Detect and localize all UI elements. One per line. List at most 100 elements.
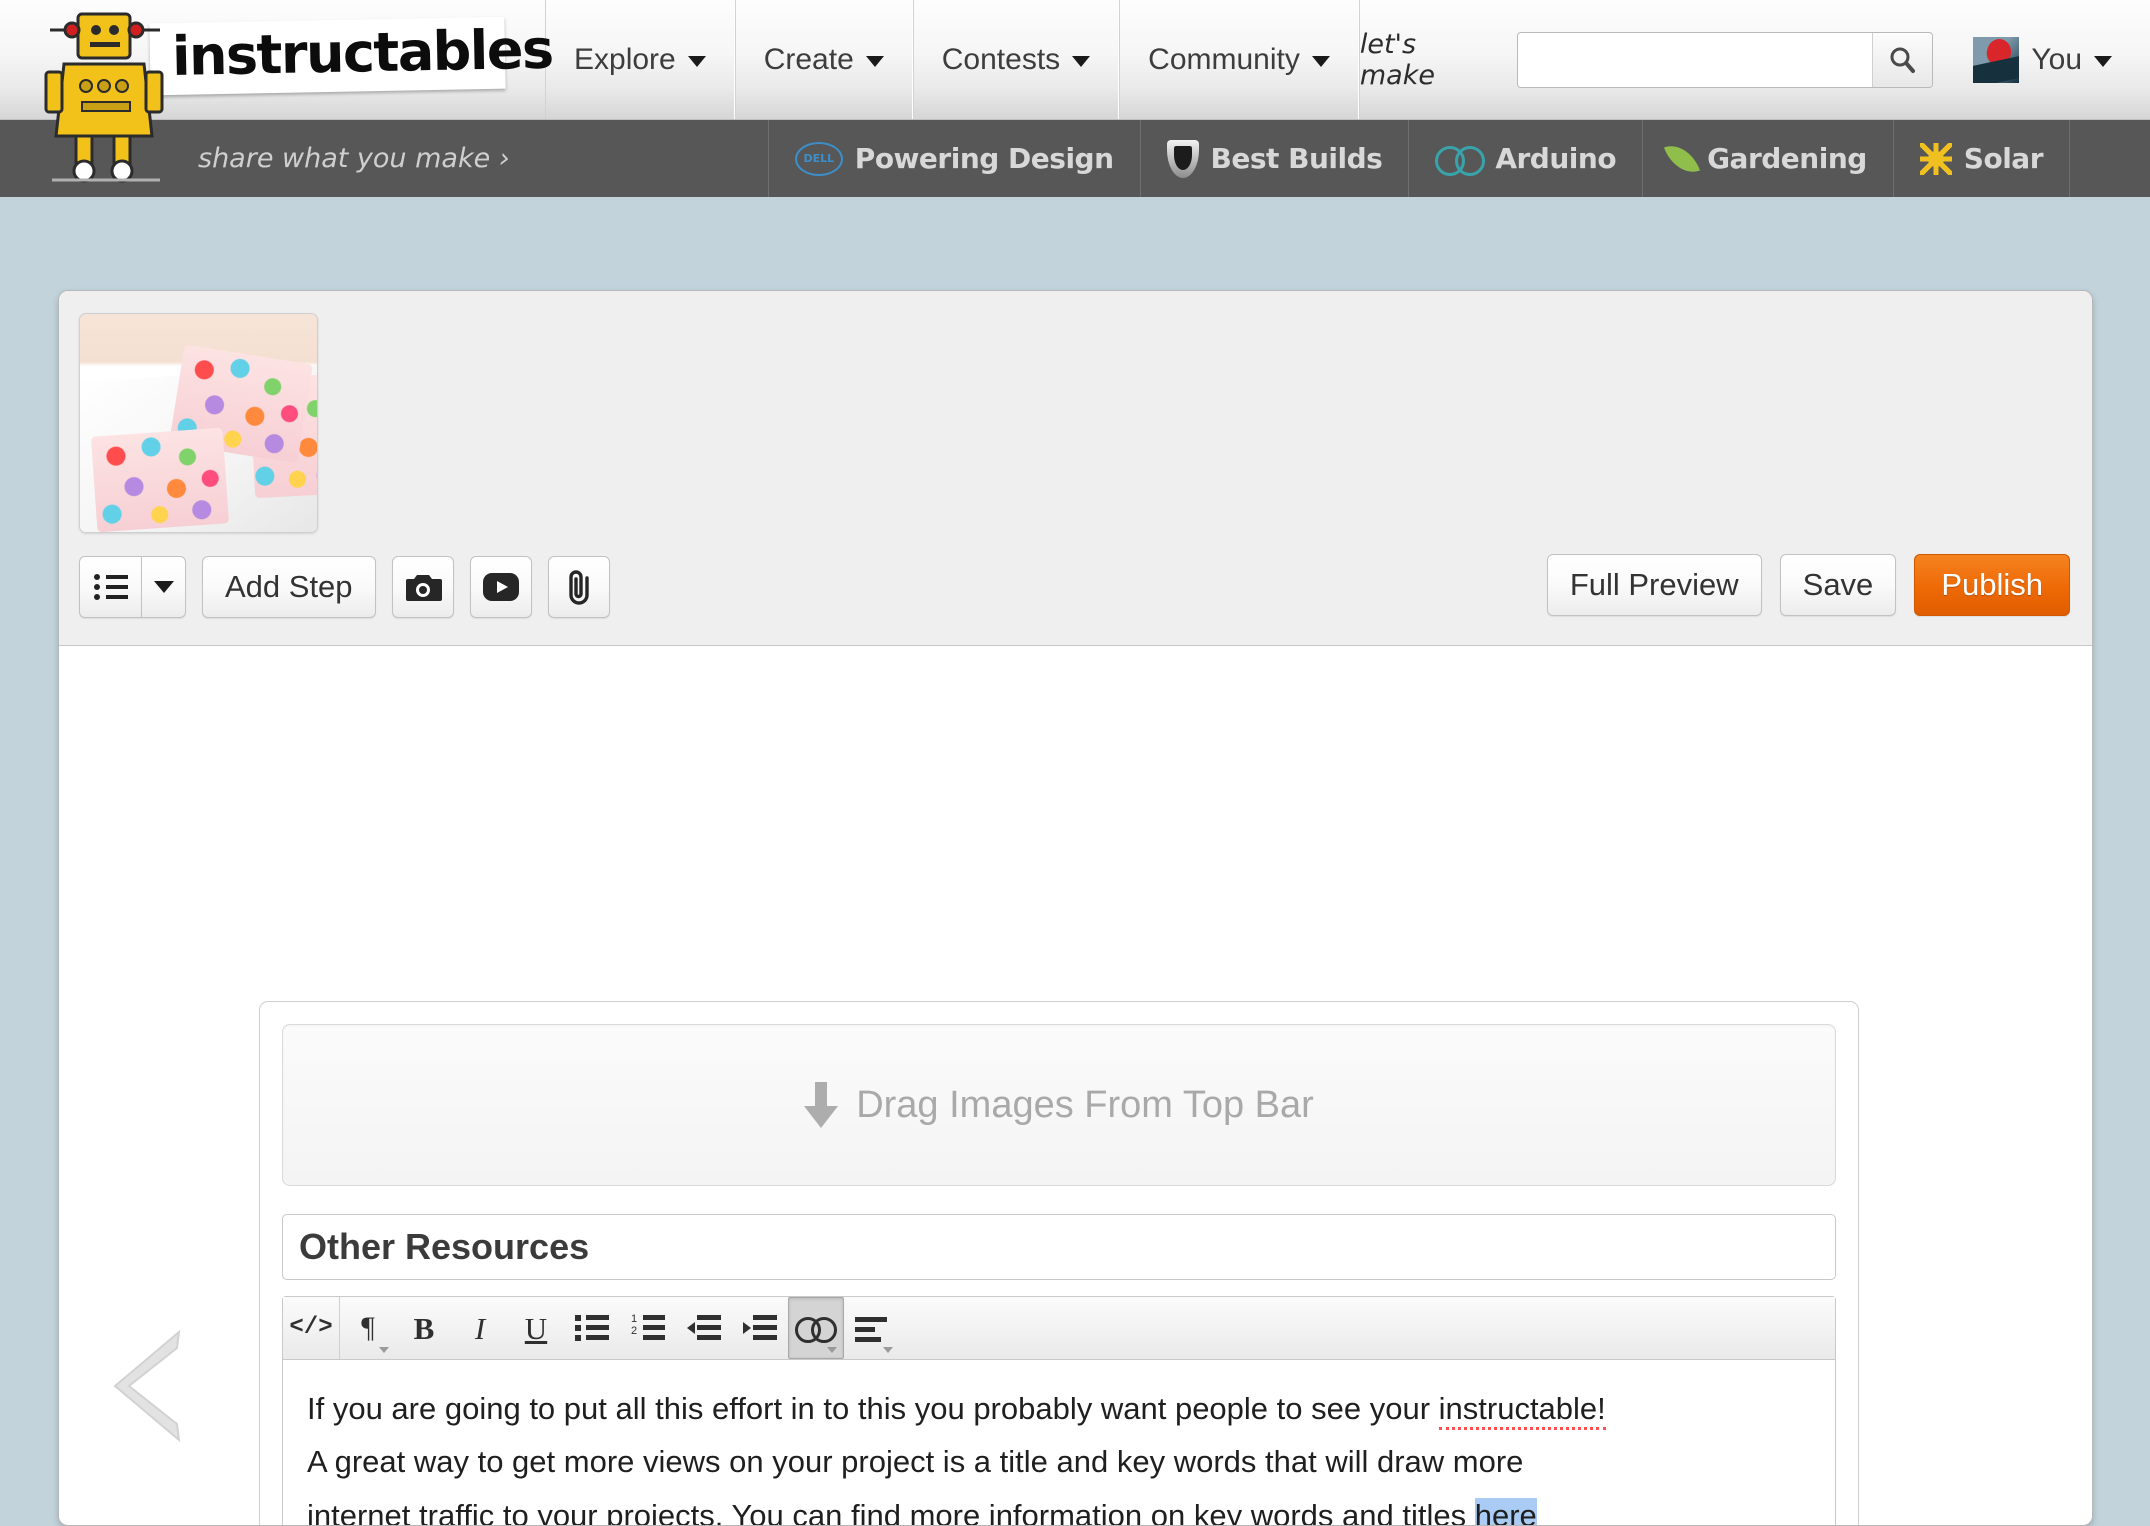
subnav-label: Powering Design <box>854 142 1114 175</box>
outdent-icon <box>687 1315 721 1341</box>
page-body: Add Step Full Preview Save Publish Drag … <box>0 197 2150 1526</box>
primary-nav: Explore Create Contests Community <box>545 0 1359 119</box>
nav-item-explore[interactable]: Explore <box>545 0 735 119</box>
search-icon <box>1890 47 1916 73</box>
video-play-icon <box>482 573 519 601</box>
add-video-button[interactable] <box>469 556 532 618</box>
chevron-down-icon <box>883 1347 893 1353</box>
search-input[interactable] <box>1518 32 1872 87</box>
editor-tools-left: Add Step <box>79 556 610 618</box>
rte-numbered-list-button[interactable]: 12 <box>620 1297 676 1359</box>
indent-icon <box>743 1315 777 1341</box>
link-icon <box>795 1317 837 1343</box>
rte-content[interactable]: If you are going to put all this effort … <box>283 1360 1835 1525</box>
dell-logo-icon: DELL <box>794 141 843 176</box>
chevron-down-icon <box>687 56 706 67</box>
subnav-label: Arduino <box>1495 142 1617 175</box>
add-photo-button[interactable] <box>391 556 454 618</box>
image-dropzone[interactable]: Drag Images From Top Bar <box>282 1024 1836 1186</box>
rte-paragraph: A great way to get more views on your pr… <box>307 1435 1811 1488</box>
rte-bold-button[interactable]: B <box>396 1297 452 1359</box>
subnav-item-gardening[interactable]: Gardening <box>1642 120 1893 197</box>
paperclip-icon <box>568 570 589 605</box>
full-preview-button[interactable]: Full Preview <box>1546 554 1762 616</box>
rte-toolbar: </> ¶ B I U 1 2 <box>283 1297 1835 1360</box>
header-right: let's make You <box>1358 0 2150 119</box>
step-area: Drag Images From Top Bar </> <box>59 646 2092 1525</box>
rte-text: ably want people to see your <box>1035 1391 1439 1426</box>
dropzone-label: Drag Images From Top Bar <box>856 1083 1314 1126</box>
code-icon: </> <box>289 1314 333 1341</box>
rte-text: If you are going to put all this effort … <box>307 1391 1036 1426</box>
site-header: instructables Explore Create Contests Co… <box>0 0 2150 183</box>
thumbnail-treat <box>90 427 230 532</box>
subnav-spacer <box>510 120 768 197</box>
add-step-button[interactable]: Add Step <box>202 556 376 618</box>
step-title-field[interactable] <box>282 1214 1836 1280</box>
account-menu[interactable]: You <box>1973 36 2112 83</box>
selected-text: here <box>1474 1497 1537 1525</box>
search-button[interactable] <box>1871 32 1933 87</box>
steps-list-button[interactable] <box>79 556 141 618</box>
sun-icon <box>1919 142 1952 175</box>
align-left-icon <box>855 1315 889 1342</box>
rte-group-source: </> <box>283 1297 340 1359</box>
steps-dropdown-button[interactable] <box>141 556 186 618</box>
add-attachment-button[interactable] <box>547 556 610 618</box>
nav-item-create[interactable]: Create <box>734 0 913 119</box>
chevron-down-icon <box>2094 56 2112 67</box>
rte-indent-button[interactable] <box>732 1297 788 1359</box>
chevron-left-icon <box>113 1329 181 1443</box>
rte-italic-button[interactable]: I <box>452 1297 508 1359</box>
chevron-down-icon <box>379 1347 389 1353</box>
subnav-label: Gardening <box>1707 142 1867 175</box>
subnav-item-powering-design[interactable]: DELL Powering Design <box>767 120 1140 197</box>
misspelled-word: instructable! <box>1438 1391 1606 1430</box>
rte-link-button[interactable] <box>788 1297 844 1359</box>
rte-bullet-list-button[interactable] <box>564 1297 620 1359</box>
subnav-end-spacer <box>2070 120 2150 197</box>
chevron-down-icon <box>153 581 174 593</box>
nav-label: Create <box>763 42 854 76</box>
secondary-nav: share what you make › DELL Powering Desi… <box>0 120 2150 197</box>
numbered-list-icon: 12 <box>631 1314 665 1341</box>
rte-outdent-button[interactable] <box>676 1297 732 1359</box>
nav-item-contests[interactable]: Contests <box>912 0 1120 119</box>
chevron-down-icon <box>1311 56 1330 67</box>
chevron-down-icon <box>827 1347 837 1353</box>
leaf-icon <box>1664 138 1701 179</box>
italic-icon: I <box>474 1310 486 1346</box>
rich-text-editor: </> ¶ B I U 1 2 If you are going to put … <box>282 1296 1836 1525</box>
rte-paragraph: If you are going to put all this effort … <box>307 1382 1811 1435</box>
subnav-item-best-builds[interactable]: Best Builds <box>1139 120 1409 197</box>
save-button[interactable]: Save <box>1779 554 1897 616</box>
publish-button[interactable]: Publish <box>1914 554 2070 616</box>
list-icon <box>93 574 128 600</box>
project-thumbnail[interactable] <box>79 313 318 533</box>
chevron-down-icon <box>865 56 884 67</box>
rte-align-button[interactable] <box>844 1297 900 1359</box>
search-prompt-label: let's make <box>1359 28 1435 91</box>
shield-icon <box>1166 139 1199 178</box>
subnav-items: DELL Powering Design Best Builds Arduino… <box>767 120 2070 197</box>
rte-source-button[interactable]: </> <box>283 1297 339 1359</box>
search-box <box>1517 31 1934 88</box>
rte-group-format: ¶ B I U 1 2 <box>340 1297 900 1359</box>
subnav-item-arduino[interactable]: Arduino <box>1408 120 1642 197</box>
rte-paragraph-button[interactable]: ¶ <box>340 1297 396 1359</box>
editor-toolbar: Add Step Full Preview Save Publish <box>59 291 2092 646</box>
nav-item-community[interactable]: Community <box>1119 0 1359 119</box>
robot-mascot-icon <box>44 12 164 183</box>
step-title-input[interactable] <box>297 1225 1821 1269</box>
account-label: You <box>2031 42 2082 76</box>
underline-icon: U <box>524 1310 548 1346</box>
nav-label: Contests <box>941 42 1061 76</box>
rte-underline-button[interactable]: U <box>508 1297 564 1359</box>
pilcrow-icon: ¶ <box>361 1311 375 1344</box>
editor-sheet: Add Step Full Preview Save Publish Drag … <box>58 290 2093 1526</box>
subnav-item-solar[interactable]: Solar <box>1892 120 2070 197</box>
arrow-down-icon <box>804 1082 839 1128</box>
bullet-list-icon <box>575 1315 609 1341</box>
step-card: Drag Images From Top Bar </> <box>259 1001 1859 1525</box>
instructables-logo[interactable]: instructables <box>149 16 553 96</box>
